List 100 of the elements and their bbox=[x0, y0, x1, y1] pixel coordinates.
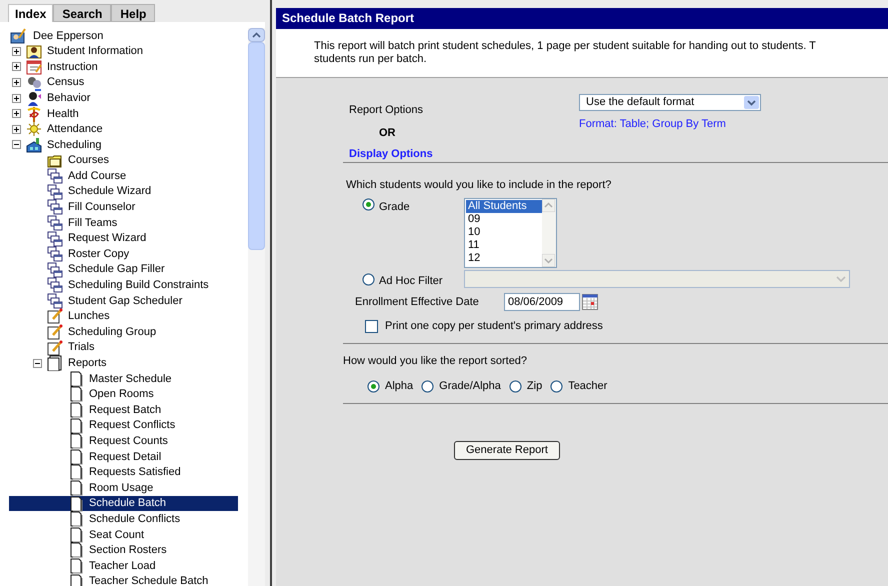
tree-item[interactable]: Behavior bbox=[9, 90, 238, 106]
tree-item[interactable]: Request Conflicts bbox=[9, 418, 238, 434]
windows-icon bbox=[47, 246, 63, 262]
page-icon bbox=[68, 418, 84, 434]
tree-item[interactable]: Attendance bbox=[9, 122, 238, 138]
tree-item[interactable]: Schedule Conflicts bbox=[9, 511, 238, 527]
scroll-thumb[interactable] bbox=[248, 42, 265, 250]
windows-icon bbox=[47, 277, 63, 294]
expand-icon[interactable] bbox=[12, 46, 21, 56]
tree-item[interactable]: Schedule Batch bbox=[9, 496, 238, 512]
report-options-label: Report Options bbox=[349, 103, 424, 118]
tree-item[interactable]: Courses bbox=[9, 152, 238, 168]
sort-option-label: Grade/Alpha bbox=[439, 379, 501, 394]
page-icon bbox=[68, 402, 84, 418]
description-text: This report will batch print student schedules, 1 page per student suitable for handing out to students. T students run per batch. bbox=[314, 40, 817, 66]
tree-item[interactable]: Scheduling Group bbox=[9, 324, 238, 340]
date-field[interactable]: 08/06/2009 bbox=[504, 293, 580, 311]
person-icon bbox=[26, 90, 42, 106]
tree-item[interactable]: Section Rosters bbox=[9, 542, 238, 558]
sort-option-label: Zip bbox=[526, 379, 542, 394]
enrollment-date-label: Enrollment Effective Date bbox=[355, 294, 480, 310]
expand-icon[interactable] bbox=[12, 78, 21, 88]
scrollbar[interactable] bbox=[248, 28, 265, 586]
tree-item[interactable]: Student Information bbox=[9, 44, 238, 60]
windows-icon bbox=[47, 199, 63, 216]
calendar-icon[interactable] bbox=[582, 294, 598, 310]
page-icon bbox=[68, 496, 84, 512]
caret-up-icon bbox=[252, 32, 261, 38]
radio-button[interactable] bbox=[362, 198, 375, 210]
tab[interactable]: Index bbox=[8, 4, 54, 22]
page-icon bbox=[68, 370, 84, 387]
expand-icon[interactable] bbox=[12, 94, 21, 103]
building-icon bbox=[26, 136, 42, 153]
page-icon bbox=[68, 542, 84, 558]
primary-address-label: Print one copy per student's primary address bbox=[385, 319, 603, 334]
list-option[interactable]: 11 bbox=[466, 238, 542, 252]
tree-item[interactable]: Lunches bbox=[9, 308, 238, 324]
person-icon bbox=[26, 43, 42, 60]
display-options-link[interactable]: Display Options bbox=[349, 146, 433, 162]
planner-icon bbox=[26, 58, 42, 75]
generate-report-button[interactable]: Generate Report bbox=[454, 440, 560, 460]
page-icon bbox=[68, 526, 84, 543]
tab[interactable]: Help bbox=[111, 4, 156, 22]
radio-button[interactable] bbox=[367, 380, 380, 393]
folder-icon bbox=[47, 152, 63, 169]
expand-icon[interactable] bbox=[12, 62, 21, 72]
expand-icon[interactable] bbox=[12, 124, 21, 134]
tree-item[interactable]: Teacher Schedule Batch bbox=[9, 574, 238, 586]
scroll-up-icon bbox=[542, 198, 555, 212]
radio-button[interactable] bbox=[421, 380, 434, 393]
tree-item[interactable]: Roster Copy bbox=[9, 246, 238, 262]
pages-icon bbox=[47, 355, 63, 372]
list-option[interactable]: 09 bbox=[466, 212, 542, 226]
tree-item[interactable]: Reports bbox=[9, 355, 238, 372]
tree-item[interactable]: Fill Counselor bbox=[9, 200, 238, 216]
windows-icon bbox=[47, 262, 63, 278]
scrollbar[interactable] bbox=[542, 198, 556, 266]
collapse-icon[interactable] bbox=[12, 140, 21, 150]
tree-item[interactable]: Census bbox=[9, 74, 238, 90]
tree-item[interactable]: Master Schedule bbox=[9, 371, 238, 387]
primary-address-checkbox[interactable] bbox=[365, 320, 378, 333]
tree-item[interactable]: Fill Teams bbox=[9, 215, 238, 231]
radio-button[interactable] bbox=[550, 380, 564, 393]
tree-item[interactable]: Request Detail bbox=[9, 449, 238, 465]
windows-icon bbox=[47, 230, 63, 247]
tree-item[interactable]: Instruction bbox=[9, 59, 238, 75]
tree-item[interactable]: Health bbox=[9, 106, 238, 122]
tree-item[interactable]: Student Gap Scheduler bbox=[9, 293, 238, 309]
scroll-up-button[interactable] bbox=[248, 28, 265, 42]
tab[interactable]: Search bbox=[53, 4, 112, 22]
tree-item[interactable]: Scheduling Build Constraints bbox=[9, 278, 238, 294]
tree-item[interactable]: Request Wizard bbox=[9, 230, 238, 246]
expand-icon[interactable] bbox=[12, 109, 21, 118]
tree-item[interactable]: Open Rooms bbox=[9, 386, 238, 402]
tree-item[interactable]: Teacher Load bbox=[9, 558, 238, 574]
ad-hoc-filter-label: Ad Hoc Filter bbox=[379, 274, 444, 288]
format-select[interactable]: Use the default format bbox=[579, 94, 761, 111]
sort-option-label: Alpha bbox=[385, 379, 414, 394]
tree-item[interactable]: Trials bbox=[9, 340, 238, 356]
sort-option-label: Teacher bbox=[568, 379, 608, 394]
tree-item[interactable]: Request Batch bbox=[9, 402, 238, 418]
list-option[interactable]: 10 bbox=[466, 226, 542, 238]
tree-item[interactable]: Request Counts bbox=[9, 433, 238, 450]
tree-item[interactable]: Room Usage bbox=[9, 480, 238, 496]
tree-item[interactable]: Requests Satisfied bbox=[9, 464, 238, 480]
tree-item[interactable]: Seat Count bbox=[9, 527, 238, 543]
tree-item[interactable]: Dee Epperson bbox=[9, 28, 238, 44]
tree-item[interactable]: Schedule Wizard bbox=[9, 184, 238, 200]
grade-list[interactable]: All Students 09 10 11 12 bbox=[464, 198, 557, 268]
list-option[interactable]: All Students bbox=[466, 200, 542, 212]
collapse-icon[interactable] bbox=[33, 358, 42, 368]
list-option[interactable]: 12 bbox=[466, 252, 542, 264]
tree-item[interactable]: Add Course bbox=[9, 168, 238, 184]
page-icon bbox=[68, 480, 84, 496]
windows-icon bbox=[47, 214, 63, 231]
grade-label: Grade bbox=[379, 200, 411, 214]
radio-button[interactable] bbox=[508, 380, 522, 393]
edit-icon bbox=[47, 324, 63, 340]
tree-item[interactable]: Scheduling bbox=[9, 137, 238, 153]
tree-item[interactable]: Schedule Gap Filler bbox=[9, 262, 238, 278]
